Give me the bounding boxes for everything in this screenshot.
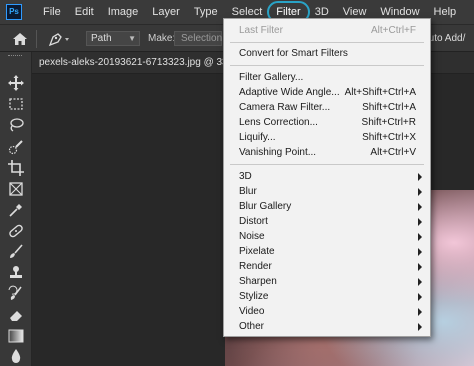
menu-item-shortcut: Shift+Ctrl+A — [362, 102, 416, 113]
menu-item-label: Adaptive Wide Angle... — [239, 87, 340, 98]
move-icon[interactable] — [7, 74, 25, 92]
submenu-arrow-icon — [418, 293, 422, 301]
menu-item-label: Convert for Smart Filters — [239, 48, 348, 59]
menu-item-label: 3D — [239, 171, 252, 182]
menu-item-pixelate[interactable]: Pixelate — [239, 244, 422, 259]
menu-item-label: Distort — [239, 216, 268, 227]
path-mode-value: Path — [91, 33, 112, 44]
chevron-down-icon: ▼ — [128, 34, 136, 43]
menu-edit[interactable]: Edit — [68, 0, 101, 24]
menu-separator — [230, 65, 424, 66]
eyedropper-icon[interactable] — [7, 201, 25, 219]
menu-item-blur-gallery[interactable]: Blur Gallery — [239, 199, 422, 214]
gradient-icon[interactable] — [7, 327, 25, 345]
submenu-arrow-icon — [418, 233, 422, 241]
menu-item-label: Filter Gallery... — [239, 72, 304, 83]
menu-item-filter-gallery[interactable]: Filter Gallery... — [239, 70, 416, 85]
submenu-arrow-icon — [418, 188, 422, 196]
clone-stamp-icon[interactable] — [7, 264, 25, 282]
menu-item-convert-smart-filters[interactable]: Convert for Smart Filters — [239, 46, 416, 61]
eraser-icon[interactable] — [7, 306, 25, 324]
menu-item-label: Lens Correction... — [239, 117, 318, 128]
menu-item-distort[interactable]: Distort — [239, 214, 422, 229]
menu-item-last-filter: Last Filter Alt+Ctrl+F — [239, 23, 416, 38]
tools-panel — [0, 52, 32, 366]
brush-icon[interactable] — [7, 243, 25, 261]
submenu-arrow-icon — [418, 203, 422, 211]
menu-item-render[interactable]: Render — [239, 259, 422, 274]
blur-drop-icon[interactable] — [7, 347, 25, 365]
submenu-arrow-icon — [418, 308, 422, 316]
menu-separator — [230, 42, 424, 43]
menu-item-shortcut: Shift+Ctrl+X — [362, 132, 416, 143]
menu-item-label: Noise — [239, 231, 265, 242]
submenu-arrow-icon — [418, 278, 422, 286]
submenu-arrow-icon — [418, 263, 422, 271]
crop-icon[interactable] — [7, 159, 25, 177]
menu-item-shortcut: Alt+Shift+Ctrl+A — [344, 87, 416, 98]
make-selection-button[interactable]: Selection... — [174, 31, 230, 46]
menu-item-label: Liquify... — [239, 132, 276, 143]
menu-item-label: Sharpen — [239, 276, 277, 287]
menu-item-3d[interactable]: 3D — [239, 169, 422, 184]
menu-item-label: Other — [239, 321, 265, 332]
menu-layer[interactable]: Layer — [145, 0, 187, 24]
menu-item-camera-raw-filter[interactable]: Camera Raw Filter... Shift+Ctrl+A — [239, 100, 416, 115]
document-title: pexels-aleks-20193621-6713323.jpg @ 33,3… — [39, 57, 245, 68]
menu-item-stylize[interactable]: Stylize — [239, 289, 422, 304]
home-icon[interactable] — [12, 31, 28, 47]
menu-item-label: Vanishing Point... — [239, 147, 317, 158]
healing-brush-icon[interactable] — [7, 222, 25, 240]
lasso-icon[interactable] — [7, 116, 25, 134]
submenu-arrow-icon — [418, 173, 422, 181]
quick-selection-icon[interactable] — [7, 138, 25, 156]
menu-help[interactable]: Help — [427, 0, 464, 24]
photoshop-logo: Ps — [6, 4, 22, 20]
menu-item-shortcut: Shift+Ctrl+R — [361, 117, 416, 128]
menu-item-label: Blur Gallery — [239, 201, 292, 212]
menu-file[interactable]: File — [36, 0, 68, 24]
toolbar-grip[interactable] — [8, 55, 22, 59]
menu-item-blur[interactable]: Blur — [239, 184, 422, 199]
options-divider — [36, 30, 37, 48]
marquee-icon[interactable] — [7, 95, 25, 113]
menu-type[interactable]: Type — [187, 0, 225, 24]
menu-item-label: Blur — [239, 186, 257, 197]
path-mode-select[interactable]: Path ▼ — [86, 31, 140, 46]
menu-item-noise[interactable]: Noise — [239, 229, 422, 244]
menu-item-label: Last Filter — [239, 25, 283, 36]
filter-menu-dropdown: Last Filter Alt+Ctrl+F Convert for Smart… — [223, 18, 431, 337]
history-brush-icon[interactable] — [7, 285, 25, 303]
submenu-arrow-icon — [418, 248, 422, 256]
menu-item-label: Stylize — [239, 291, 269, 302]
menu-item-label: Pixelate — [239, 246, 275, 257]
menu-item-sharpen[interactable]: Sharpen — [239, 274, 422, 289]
menu-item-label: Render — [239, 261, 272, 272]
menu-item-shortcut: Alt+Ctrl+F — [370, 25, 416, 36]
submenu-arrow-icon — [418, 323, 422, 331]
submenu-arrow-icon — [418, 218, 422, 226]
menu-item-lens-correction[interactable]: Lens Correction... Shift+Ctrl+R — [239, 115, 416, 130]
menu-item-label: Camera Raw Filter... — [239, 102, 331, 113]
pen-tool-preset-icon[interactable] — [46, 30, 72, 48]
menu-item-liquify[interactable]: Liquify... Shift+Ctrl+X — [239, 130, 416, 145]
menu-item-other[interactable]: Other — [239, 319, 422, 334]
menu-item-video[interactable]: Video — [239, 304, 422, 319]
frame-icon[interactable] — [7, 180, 25, 198]
menu-item-adaptive-wide-angle[interactable]: Adaptive Wide Angle... Alt+Shift+Ctrl+A — [239, 85, 416, 100]
menu-image[interactable]: Image — [101, 0, 146, 24]
menu-item-shortcut: Alt+Ctrl+V — [370, 147, 416, 158]
menu-item-vanishing-point[interactable]: Vanishing Point... Alt+Ctrl+V — [239, 145, 416, 160]
make-label: Make: — [148, 33, 176, 44]
menu-item-label: Video — [239, 306, 265, 317]
menu-separator — [230, 164, 424, 165]
